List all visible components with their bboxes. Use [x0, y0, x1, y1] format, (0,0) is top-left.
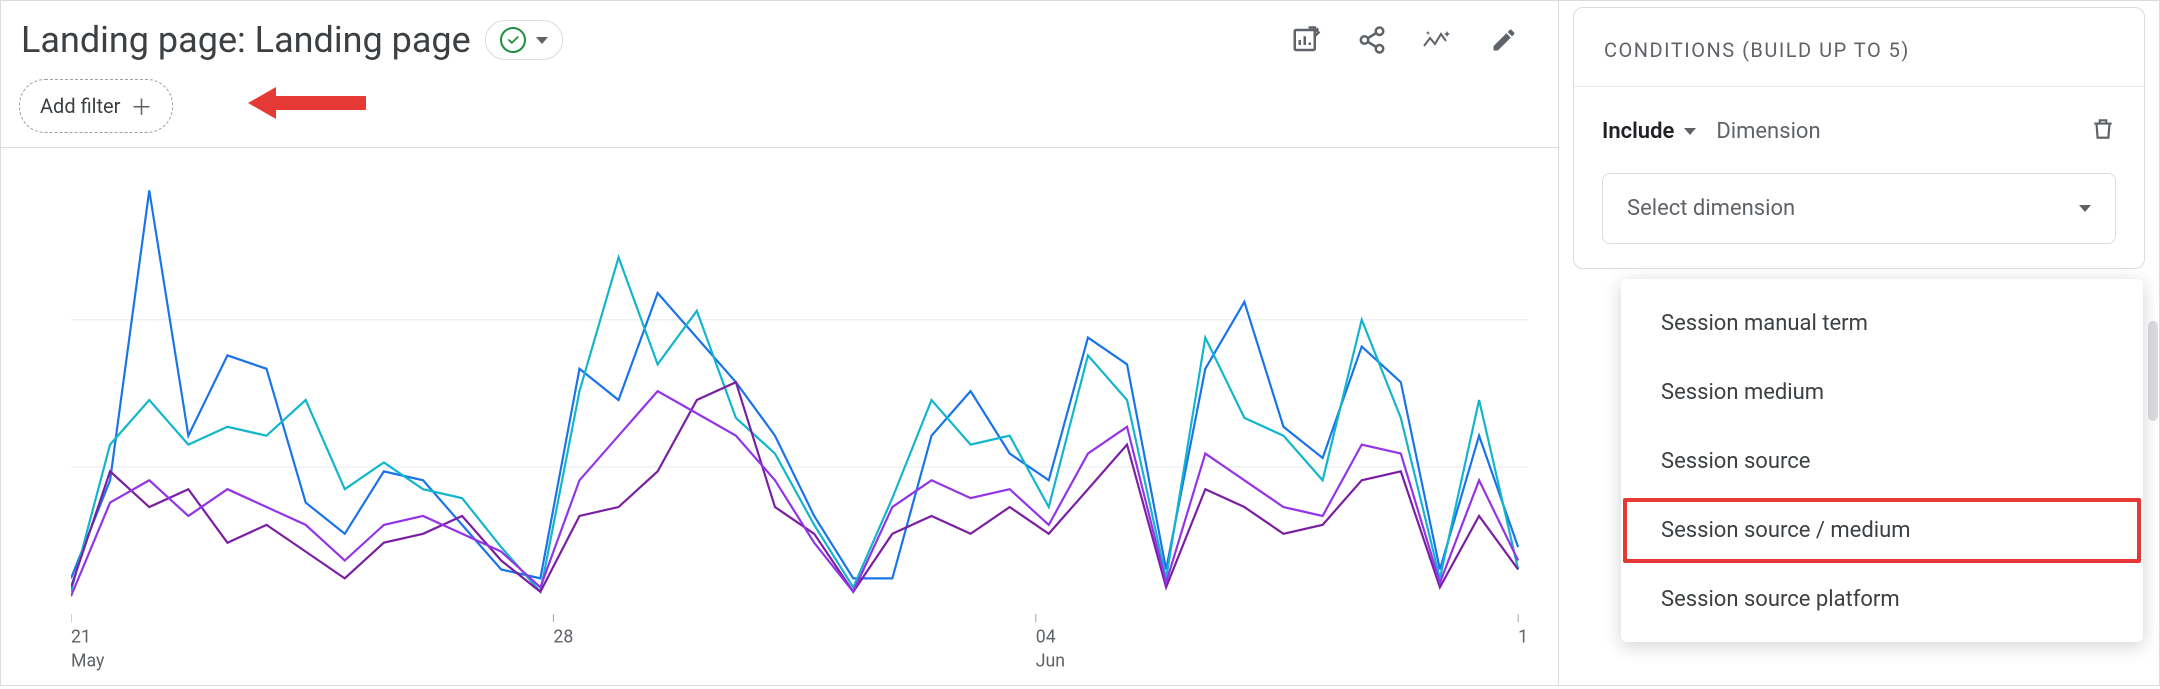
svg-text:21: 21 — [71, 626, 91, 647]
share-icon[interactable] — [1356, 24, 1388, 56]
chevron-down-icon — [1684, 128, 1696, 135]
conditions-panel: CONDITIONS (BUILD UP TO 5) Include Dimen… — [1559, 1, 2159, 685]
dimension-options-menu: Session manual termSession mediumSession… — [1621, 279, 2143, 642]
plus-icon: ＋ — [130, 90, 152, 122]
delete-icon[interactable] — [2090, 115, 2116, 147]
svg-text:May: May — [71, 651, 105, 672]
chevron-down-icon — [536, 37, 548, 44]
page-title: Landing page: Landing page — [21, 19, 471, 61]
svg-text:28: 28 — [553, 626, 573, 647]
chevron-down-icon — [2079, 205, 2091, 212]
dimension-option[interactable]: Session source platform — [1621, 565, 2143, 634]
dimension-option[interactable]: Session medium — [1621, 358, 2143, 427]
dimension-option[interactable]: Session manual term — [1621, 289, 2143, 358]
svg-text:Jun: Jun — [1036, 651, 1065, 672]
check-circle-icon — [500, 27, 526, 53]
line-chart: 21 May 28 04 Jun 11 — [1, 148, 1558, 685]
select-dimension-dropdown[interactable]: Select dimension — [1602, 173, 2116, 244]
edit-icon[interactable] — [1488, 24, 1520, 56]
svg-text:11: 11 — [1518, 626, 1528, 647]
dimension-option[interactable]: Session source / medium — [1621, 496, 2143, 565]
conditions-heading: CONDITIONS (BUILD UP TO 5) — [1574, 8, 2144, 87]
scrollbar[interactable] — [2148, 321, 2158, 421]
customize-report-icon[interactable] — [1290, 24, 1322, 56]
status-dropdown[interactable] — [485, 20, 563, 60]
add-filter-label: Add filter — [40, 94, 120, 118]
insights-icon[interactable] — [1422, 24, 1454, 56]
include-dropdown[interactable]: Include — [1602, 119, 1696, 144]
add-filter-button[interactable]: Add filter ＋ — [19, 79, 173, 133]
svg-text:04: 04 — [1036, 626, 1056, 647]
annotation-arrow-icon — [246, 81, 366, 125]
dimension-label: Dimension — [1716, 119, 1820, 144]
dimension-option[interactable]: Session source — [1621, 427, 2143, 496]
